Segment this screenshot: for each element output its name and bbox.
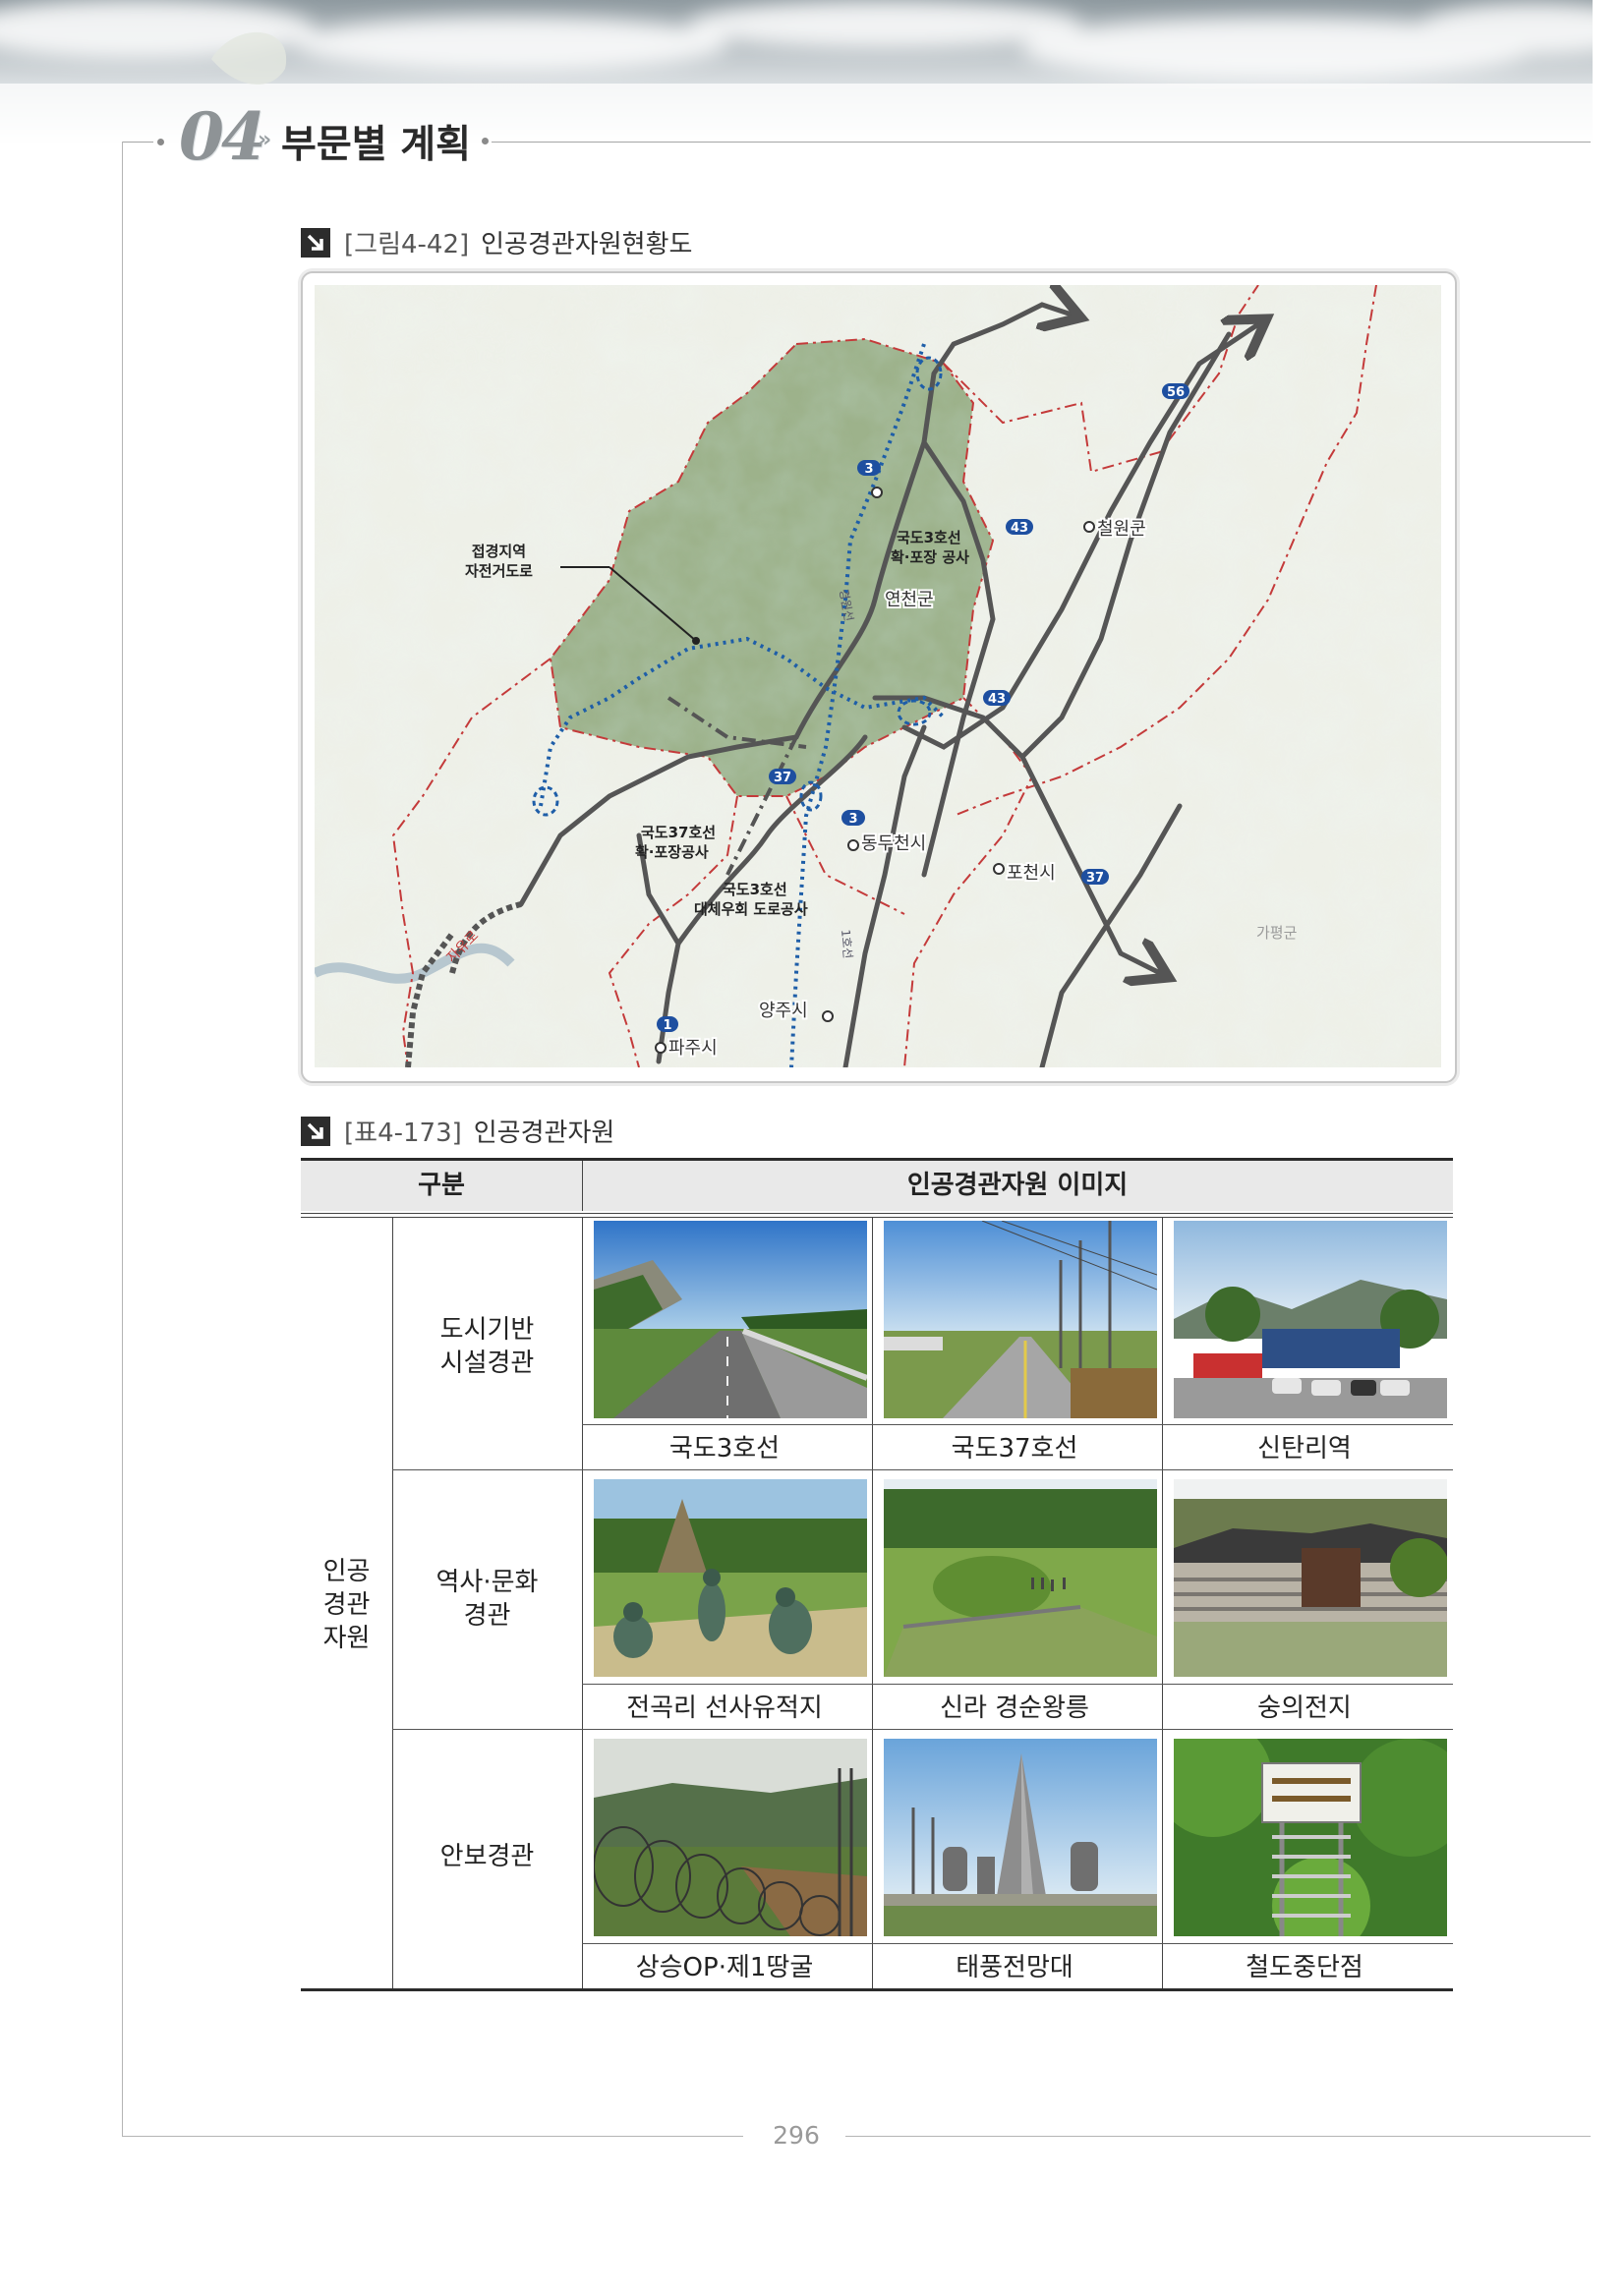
header-rule — [492, 142, 1591, 143]
table-number: [표4-173] — [344, 1119, 462, 1148]
photo-railway-endpoint — [1174, 1739, 1447, 1936]
route-badge: 56 — [1162, 383, 1189, 400]
page-number: 296 — [773, 2121, 820, 2150]
map-label-bypass-1: 국도3호선 — [723, 881, 787, 898]
photo-sangseung-op — [594, 1739, 867, 1936]
svg-text:37: 37 — [1086, 871, 1104, 886]
col-divider — [872, 1218, 873, 1988]
table-caption: [표4-173] 인공경관자원 — [301, 1113, 614, 1149]
svg-text:56: 56 — [1167, 385, 1185, 400]
route-badge: 3 — [841, 810, 865, 827]
subcategory-security: 안보경관 — [439, 1842, 535, 1871]
photo-sintan-station — [1174, 1221, 1447, 1418]
map-label-gapyeong: 가평군 — [1256, 924, 1298, 942]
route-badge: 1 — [657, 1016, 678, 1033]
map-label-r3-1: 국도3호선 — [897, 529, 961, 546]
footer-rule — [845, 2136, 1591, 2137]
col-divider — [582, 1218, 583, 1988]
item-caption: 상승OP·제1땅굴 — [635, 1953, 814, 1982]
map-label-r37-1: 국도37호선 — [641, 824, 716, 841]
figure-number: [그림4-42] — [344, 230, 470, 259]
photo-gyeongsun-tomb — [884, 1479, 1157, 1677]
map-label-bike-2: 자전거도로 — [465, 562, 533, 580]
route-badge: 43 — [983, 690, 1011, 707]
item-caption: 숭의전지 — [1257, 1693, 1352, 1723]
header-category: 구분 — [418, 1171, 465, 1200]
item-caption: 전곡리 선사유적지 — [626, 1693, 823, 1723]
chapter-quote-mark: » — [258, 128, 272, 152]
figure-title: 인공경관자원현황도 — [481, 230, 693, 259]
map-label-pocheon: 포천시 — [1007, 863, 1056, 884]
chapter-number: 04 — [179, 98, 266, 175]
item-caption: 국도3호선 — [668, 1434, 781, 1464]
photo-jeongok-prehistoric — [594, 1479, 867, 1677]
map-label-bike-1: 접경지역 — [472, 543, 526, 560]
table-title: 인공경관자원 — [473, 1119, 615, 1148]
header-double-rule — [301, 1217, 1453, 1218]
figure-caption: [그림4-42] 인공경관자원현황도 — [301, 224, 692, 260]
svg-text:3: 3 — [848, 812, 857, 827]
photo-route37 — [884, 1221, 1157, 1418]
header-lead-dot — [157, 139, 164, 145]
map-label-line1: 1호선 — [839, 929, 855, 959]
route-badge: 37 — [769, 769, 796, 785]
table-bottom-rule — [301, 1988, 1453, 1991]
col-divider — [1162, 1218, 1163, 1988]
item-caption: 신라 경순왕릉 — [940, 1693, 1089, 1723]
map-label-dongducheon: 동두천시 — [861, 833, 926, 854]
map-label-yeoncheon: 연천군 — [885, 590, 934, 610]
item-caption: 국도37호선 — [951, 1434, 1078, 1464]
header-lead-line — [122, 142, 153, 143]
svg-text:43: 43 — [988, 692, 1006, 707]
chapter-title: 부문별 계획 — [281, 122, 471, 167]
item-caption: 철도중단점 — [1246, 1953, 1363, 1982]
map-label-cheorwon: 철원군 — [1097, 519, 1146, 540]
subcategory-urban: 도시기반 시설경관 — [439, 1315, 535, 1378]
map-label-yangju: 양주시 — [759, 1001, 808, 1021]
map-canvas: 3 3 37 43 43 56 37 1 접경지역 자전거도로 국도3호선 확·… — [315, 285, 1441, 1067]
group-label: 인공 경관 자원 — [322, 1557, 371, 1653]
photo-sungui-shrine — [1174, 1479, 1447, 1677]
map-label-r37-2: 확·포장공사 — [635, 843, 709, 861]
header-images: 인공경관자원 이미지 — [906, 1171, 1129, 1200]
caption-divider — [582, 1424, 1453, 1425]
header-double-rule — [301, 1213, 1453, 1214]
route-badge: 37 — [1081, 869, 1109, 886]
map-label-bypass-2: 대체우회 도로공사 — [694, 900, 808, 918]
photo-route3 — [594, 1221, 867, 1418]
photo-typhoon-observatory — [884, 1739, 1157, 1936]
svg-text:3: 3 — [864, 462, 873, 477]
arrow-box-icon — [301, 1116, 330, 1146]
arrow-box-icon — [301, 227, 330, 258]
left-margin-rule — [122, 142, 123, 2137]
header-dot — [482, 138, 489, 144]
header-divider — [582, 1161, 583, 1211]
svg-text:43: 43 — [1011, 521, 1028, 536]
item-caption: 신탄리역 — [1257, 1434, 1352, 1464]
svg-text:37: 37 — [774, 771, 791, 785]
route-badge: 3 — [857, 460, 881, 477]
map-figure: 3 3 37 43 43 56 37 1 접경지역 자전거도로 국도3호선 확·… — [301, 271, 1457, 1083]
item-caption: 태풍전망대 — [956, 1953, 1073, 1982]
landscape-resource-table: 구분 인공경관자원 이미지 인공 경관 자원 도시기반 시설경관 역사·문화 경… — [301, 1158, 1453, 1991]
subcategory-history: 역사·문화 경관 — [435, 1568, 539, 1631]
svg-text:1: 1 — [663, 1018, 671, 1033]
caption-divider — [582, 1943, 1453, 1944]
caption-divider — [582, 1684, 1453, 1685]
map-label-paju: 파주시 — [668, 1038, 718, 1059]
route-badge: 43 — [1006, 519, 1033, 536]
map-label-r3-2: 확·포장 공사 — [891, 548, 969, 566]
footer-rule — [122, 2136, 743, 2137]
